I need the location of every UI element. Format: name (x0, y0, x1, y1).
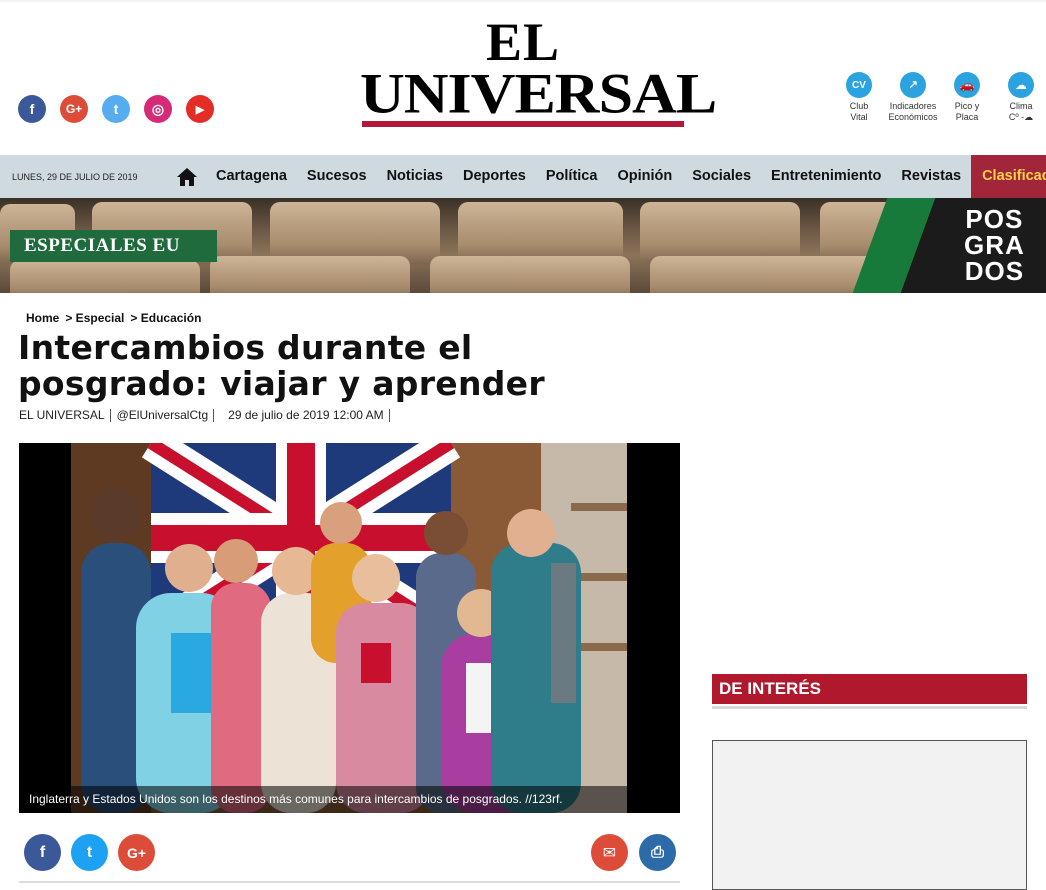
main-nav: LUNES, 29 DE JULIO DE 2019 Cartagena Suc… (0, 155, 1046, 198)
banner-chair (210, 256, 410, 293)
quick-link-pico-placa[interactable]: 🚗 Pico y Placa (946, 72, 988, 123)
print-icon[interactable]: ⎙ (639, 834, 676, 871)
logo-line-2: UNIVERSAL (360, 62, 717, 126)
de-interes-heading: DE INTERÉS (712, 674, 1027, 704)
current-date: LUNES, 29 DE JULIO DE 2019 (12, 172, 138, 182)
club-vital-icon: CV (846, 72, 872, 98)
article-title: Intercambios durante el posgrado: viajar… (18, 328, 545, 403)
nav-item-sucesos[interactable]: Sucesos (297, 155, 377, 198)
share-left: f t G+ (24, 834, 155, 871)
quick-link-clima[interactable]: ☁ Clima Cº -☁ (1000, 72, 1042, 123)
banner-chair (640, 202, 800, 264)
breadcrumb-especial[interactable]: > Especial (65, 311, 124, 325)
twitter-icon[interactable]: t (102, 95, 130, 123)
breadcrumb-home[interactable]: Home (26, 311, 59, 325)
youtube-icon[interactable]: ▶ (186, 95, 214, 123)
logo-line-1: EL (485, 12, 561, 72)
nav-item-cartagena[interactable]: Cartagena (206, 155, 297, 198)
quick-link-club-vital[interactable]: CV Club Vital (838, 72, 880, 123)
home-icon[interactable] (176, 166, 198, 188)
article-author: EL UNIVERSAL (19, 408, 105, 422)
share-facebook-icon[interactable]: f (24, 834, 61, 871)
nav-item-deportes[interactable]: Deportes (453, 155, 536, 198)
email-icon[interactable]: ✉ (591, 834, 628, 871)
nav-item-sociales[interactable]: Sociales (682, 155, 761, 198)
facebook-icon[interactable]: f (18, 95, 46, 123)
students-photo (71, 443, 627, 813)
ad-placeholder[interactable] (712, 740, 1027, 890)
banner-chair (10, 260, 200, 293)
google-plus-icon[interactable]: G+ (60, 95, 88, 123)
site-header: f G+ t ◎ ▶ EL UNIVERSAL CV Club Vital ↗ I… (0, 0, 1046, 155)
de-interes-underline (712, 706, 1027, 709)
banner-chair (650, 256, 880, 293)
site-logo[interactable]: EL UNIVERSAL (360, 12, 717, 127)
nav-item-clasificados[interactable]: Clasificados (971, 155, 1046, 198)
article-image: Inglaterra y Estados Unidos son los dest… (19, 443, 680, 813)
share-right: ✉ ⎙ (591, 834, 676, 871)
social-links: f G+ t ◎ ▶ (18, 95, 214, 123)
nav-items: Cartagena Sucesos Noticias Deportes Polí… (206, 155, 1046, 198)
especiales-label: ESPECIALES EU (10, 230, 217, 262)
divider (19, 881, 680, 883)
banner-chair (430, 256, 630, 293)
instagram-icon[interactable]: ◎ (144, 95, 172, 123)
banner-chair (458, 202, 623, 264)
nav-item-entretenimiento[interactable]: Entretenimiento (761, 155, 891, 198)
posgrados-label: POS GRA DOS (852, 198, 1046, 293)
logo-underline (362, 121, 684, 127)
breadcrumb: Home > Especial > Educación (26, 311, 201, 325)
article-handle[interactable]: @ElUniversalCtg (117, 408, 209, 422)
breadcrumb-educacion[interactable]: > Educación (130, 311, 201, 325)
article-meta: EL UNIVERSAL @ElUniversalCtg 29 de julio… (19, 408, 396, 422)
nav-item-revistas[interactable]: Revistas (891, 155, 971, 198)
top-line (0, 0, 1046, 3)
image-caption: Inglaterra y Estados Unidos son los dest… (19, 786, 680, 813)
cloud-icon: ☁ (1008, 72, 1034, 98)
banner-chair (270, 202, 440, 264)
quick-link-indicadores[interactable]: ↗ Indicadores Económicos (888, 72, 938, 123)
share-twitter-icon[interactable]: t (71, 834, 108, 871)
special-banner[interactable]: ESPECIALES EU POS GRA DOS (0, 198, 1046, 293)
car-icon: 🚗 (954, 72, 980, 98)
article-date: 29 de julio de 2019 12:00 AM (228, 408, 384, 422)
nav-item-politica[interactable]: Política (536, 155, 608, 198)
nav-item-noticias[interactable]: Noticias (377, 155, 453, 198)
quick-links: CV Club Vital ↗ Indicadores Económicos 🚗 P… (838, 72, 1042, 123)
nav-item-opinion[interactable]: Opinión (607, 155, 682, 198)
chart-icon: ↗ (900, 72, 926, 98)
share-google-plus-icon[interactable]: G+ (118, 834, 155, 871)
